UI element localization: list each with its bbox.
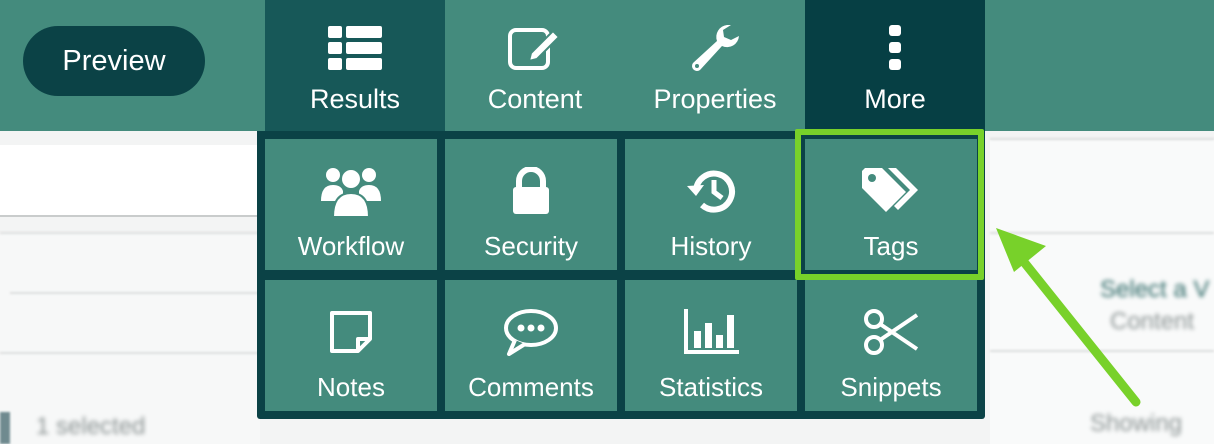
background-search-area [0, 145, 260, 217]
background-divider [0, 352, 260, 354]
menu-item-notes[interactable]: Notes [265, 280, 437, 411]
menu-item-label: Workflow [297, 231, 405, 261]
background-showing-text: Showing [1090, 410, 1183, 437]
menu-item-label: Security [484, 231, 578, 261]
tab-more[interactable]: More [805, 0, 985, 131]
menu-item-history[interactable]: History [625, 139, 797, 270]
comments-icon [503, 304, 559, 360]
preview-button[interactable]: Preview [23, 26, 205, 96]
tab-results[interactable]: Results [265, 0, 445, 131]
menu-item-security[interactable]: Security [445, 139, 617, 270]
tab-label: Properties [653, 84, 777, 114]
menu-item-label: History [670, 231, 752, 261]
tab-label: Results [309, 84, 401, 114]
background-divider [0, 232, 260, 234]
menu-item-label: Comments [468, 372, 594, 402]
tab-label: Content [487, 84, 583, 114]
menu-item-statistics[interactable]: Statistics [625, 280, 797, 411]
kebab-icon [888, 22, 902, 74]
note-icon [328, 304, 374, 360]
top-toolbar: Preview Results Content Properties More [0, 0, 1214, 131]
annotation-arrow-icon [996, 228, 1141, 407]
menu-item-workflow[interactable]: Workflow [265, 139, 437, 270]
lock-icon [511, 163, 551, 219]
background-divider [990, 138, 1214, 140]
wrench-icon [689, 22, 741, 74]
background-selected-text: 1 selected [36, 413, 146, 440]
chart-icon [683, 304, 739, 360]
users-icon [321, 163, 381, 219]
menu-item-label: Notes [317, 372, 385, 402]
tab-label: More [864, 84, 926, 114]
background-checkbox [0, 412, 10, 444]
tab-content[interactable]: Content [445, 0, 625, 131]
menu-item-snippets[interactable]: Snippets [805, 280, 977, 411]
list-icon [328, 22, 382, 74]
tab-properties[interactable]: Properties [625, 0, 805, 131]
edit-icon [507, 22, 563, 74]
menu-item-label: Snippets [840, 372, 942, 402]
menu-item-comments[interactable]: Comments [445, 280, 617, 411]
scissors-icon [863, 304, 919, 360]
tags-highlight-box [795, 129, 984, 280]
history-icon [686, 163, 736, 219]
menu-item-label: Statistics [658, 372, 764, 402]
background-divider [10, 292, 260, 294]
